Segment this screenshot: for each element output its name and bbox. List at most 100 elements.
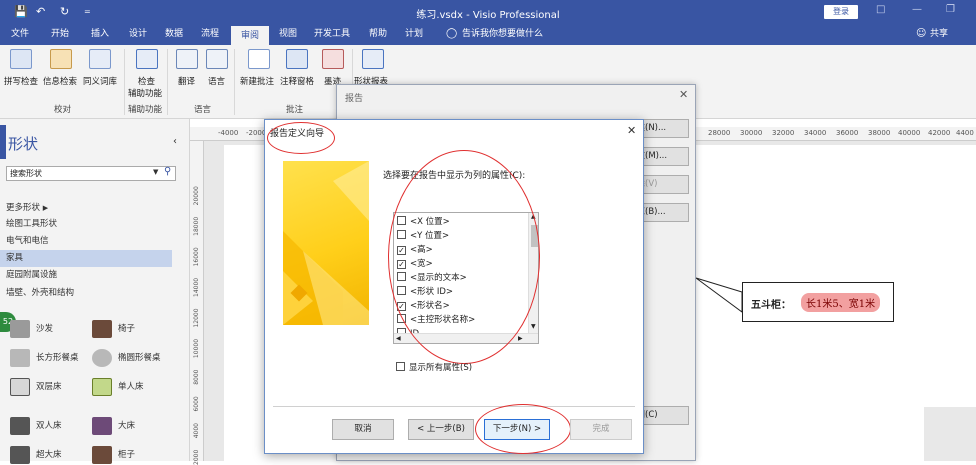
scroll-right-icon[interactable]: ▶ (518, 335, 523, 342)
close-icon[interactable]: ✕ (679, 88, 688, 101)
ruler-tick: -4000 (218, 129, 239, 137)
ribbon-separator (124, 49, 125, 115)
finish-button[interactable]: 完成 (570, 419, 632, 440)
report-dialog-title: 报告 (345, 94, 364, 104)
category-garden[interactable]: 庭园附属设施 (0, 267, 172, 284)
ribbon-separator (167, 49, 168, 115)
thesaurus-button[interactable]: 同义词库 (83, 75, 117, 87)
new-comment-button[interactable]: 新建批注 (240, 75, 274, 87)
language-icon (206, 49, 228, 69)
scroll-down-icon[interactable]: ▼ (531, 323, 536, 330)
shape-rect-table[interactable]: 长方形餐桌 (10, 348, 79, 368)
tab-data[interactable]: 数据 (160, 24, 188, 45)
translate-icon (176, 49, 198, 69)
tab-file[interactable]: 文件 (6, 24, 34, 45)
comment-pane-icon (286, 49, 308, 69)
collapse-pane-icon[interactable]: ‹ (173, 136, 177, 147)
dropdown-arrow-icon[interactable]: ▼ (153, 168, 158, 176)
shape-king-bed[interactable]: 超大床 (10, 445, 62, 465)
ruler-tick: 16000 (193, 247, 200, 267)
cancel-button[interactable]: 取消 (332, 419, 394, 440)
group-label-accessibility: 辅助功能 (128, 105, 163, 115)
chair-icon (92, 319, 112, 338)
annotation-circle (388, 150, 540, 364)
search-shapes-input[interactable]: 搜索形状 (6, 166, 176, 181)
shape-queen-bed[interactable]: 大床 (92, 416, 135, 436)
tab-help[interactable]: 帮助 (364, 24, 392, 45)
shape-double-bed[interactable]: 双人床 (10, 416, 62, 436)
restore-icon[interactable]: ❐ (946, 4, 955, 15)
callout-box[interactable]: 五斗柜： 长1米5、宽1米 (742, 282, 894, 322)
category-drawing-tools[interactable]: 绘图工具形状 (0, 216, 172, 233)
search-icon[interactable]: ⚲ (164, 166, 171, 177)
ruler-tick: 40000 (898, 129, 921, 137)
ruler-tick: 8000 (193, 369, 200, 385)
shape-bunk-bed[interactable]: 双层床 (10, 377, 62, 397)
checkbox[interactable] (396, 362, 405, 371)
tab-insert[interactable]: 插入 (86, 24, 114, 45)
category-more-shapes[interactable]: 更多形状 ▶ (0, 200, 172, 217)
signin-button[interactable]: 登录 (824, 5, 858, 19)
shapes-pane-title: 形状 (8, 135, 39, 153)
new-comment-icon (248, 49, 270, 69)
sofa-icon (10, 319, 30, 338)
accessibility-check-label-2[interactable]: 辅助功能 (128, 87, 162, 99)
title-bar: 💾 ↶ ↻ = 练习.vsdx - Visio Professional 登录 … (0, 0, 976, 24)
close-icon[interactable]: ✕ (627, 124, 636, 137)
ribbon-tab-bar: 文件 开始 插入 设计 数据 流程 审阅 视图 开发工具 帮助 计划 ◯ 告诉我… (0, 24, 976, 45)
research-icon (50, 49, 72, 69)
pane-edge-marker (0, 125, 6, 159)
divider (273, 406, 635, 407)
ruler-tick: 14000 (193, 277, 200, 297)
tab-plan[interactable]: 计划 (400, 24, 428, 45)
back-button[interactable]: < 上一步(B) (408, 419, 474, 440)
tab-developer[interactable]: 开发工具 (310, 24, 354, 45)
ruler-tick: 10000 (193, 338, 200, 359)
category-walls[interactable]: 墙壁、外壳和结构 (0, 285, 172, 302)
ruler-tick: 20000 (193, 186, 200, 206)
shape-cabinet[interactable]: 柜子 (92, 445, 135, 465)
category-furniture[interactable]: 家具 (0, 250, 172, 267)
ruler-tick: 34000 (804, 129, 827, 137)
share-button[interactable]: 共享 (930, 24, 948, 45)
callout-label: 五斗柜： (751, 300, 791, 311)
comment-pane-button[interactable]: 注释窗格 (280, 75, 314, 87)
ruler-tick: 4000 (193, 422, 200, 439)
ribbon-display-icon[interactable]: □ (876, 4, 885, 15)
translate-button[interactable]: 翻译 (178, 75, 195, 87)
report-definition-wizard: 报告定义向导 ✕ 选择要在报告中显示为列的属性(C): <X 位置> <Y 位置… (264, 119, 644, 454)
ribbon-separator (234, 49, 235, 115)
shape-chair[interactable]: 椅子 (92, 319, 135, 339)
category-electrical[interactable]: 电气和电信 (0, 233, 172, 250)
shape-oval-table[interactable]: 椭圆形餐桌 (92, 348, 161, 368)
tab-process[interactable]: 流程 (196, 24, 224, 45)
thesaurus-icon (89, 49, 111, 69)
ruler-tick: 12000 (193, 308, 200, 328)
scroll-left-icon[interactable]: ◀ (396, 335, 401, 342)
tab-view[interactable]: 视图 (274, 24, 302, 45)
shape-report-icon (362, 49, 384, 69)
annotation-circle (475, 404, 571, 454)
show-all-properties[interactable]: 显示所有属性(S) (396, 361, 472, 375)
vertical-ruler: 2000 4000 6000 8000 10000 12000 14000 16… (190, 141, 204, 465)
research-button[interactable]: 信息检索 (43, 75, 77, 87)
ruler-tick: 18000 (193, 216, 200, 236)
shape-sofa[interactable]: 沙发 (10, 319, 53, 339)
ruler-tick: 6000 (193, 396, 200, 412)
queen-bed-icon (92, 416, 112, 435)
spelling-check-button[interactable]: 拼写检查 (4, 75, 38, 87)
single-bed-icon (92, 377, 112, 396)
tab-home[interactable]: 开始 (46, 24, 74, 45)
minimize-icon[interactable]: — (912, 4, 922, 15)
ruler-tick: 2000 (193, 449, 200, 465)
accessibility-check-label-1[interactable]: 检查 (138, 75, 155, 87)
tab-design[interactable]: 设计 (124, 24, 152, 45)
tell-me-box[interactable]: 告诉我你想要做什么 (462, 24, 543, 45)
tab-review[interactable]: 审阅 (231, 24, 269, 45)
shape-single-bed[interactable]: 单人床 (92, 377, 144, 397)
person-icon: ☺ (916, 28, 927, 39)
bunk-bed-icon (10, 377, 30, 396)
language-button[interactable]: 语言 (208, 75, 225, 87)
ruler-tick: 38000 (868, 129, 891, 137)
shapes-pane: 形状 ‹ 搜索形状 ▼ ⚲ 更多形状 ▶ 绘图工具形状 电气和电信 家具 庭园附… (0, 119, 190, 464)
